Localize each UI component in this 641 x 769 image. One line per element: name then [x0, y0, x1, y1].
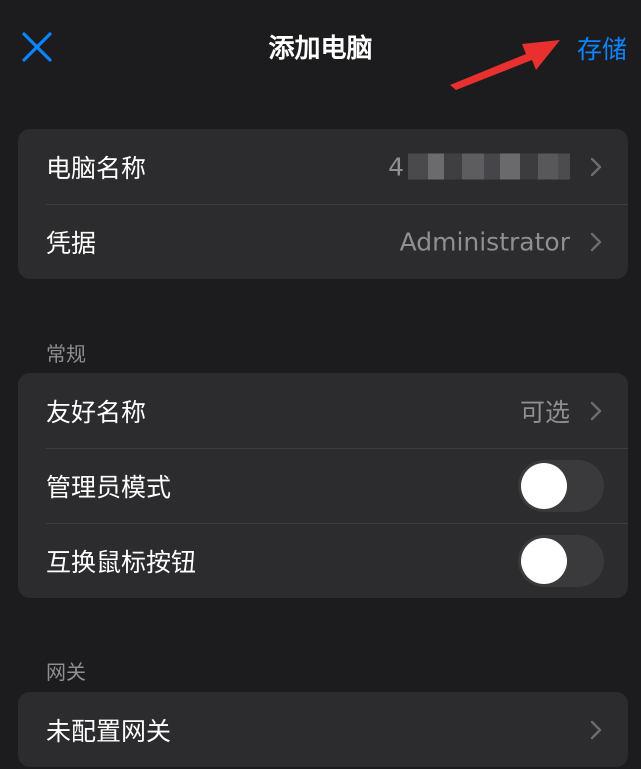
- toggle-knob: [521, 462, 567, 509]
- annotation-arrow-icon: [450, 40, 560, 90]
- toggle-knob: [521, 537, 567, 584]
- computer-name-label: 电脑名称: [46, 153, 147, 183]
- section-header-general: 常规: [46, 342, 86, 366]
- friendly-name-row[interactable]: 友好名称 可选: [18, 373, 628, 448]
- chevron-right-icon: [590, 401, 602, 420]
- redaction-mosaic: [408, 153, 570, 180]
- chevron-right-icon: [590, 157, 602, 176]
- chevron-right-icon: [590, 232, 602, 251]
- navigation-bar: 添加电脑 存储: [0, 0, 641, 100]
- friendly-name-label: 友好名称: [46, 397, 147, 427]
- save-button[interactable]: 存储: [577, 30, 627, 66]
- general-group: 友好名称 可选 管理员模式 互换鼠标按钮: [18, 373, 628, 598]
- swap-mouse-buttons-label: 互换鼠标按钮: [46, 547, 197, 577]
- admin-mode-label: 管理员模式: [46, 472, 172, 502]
- swap-mouse-buttons-row: 互换鼠标按钮: [18, 523, 628, 598]
- gateway-label: 未配置网关: [46, 716, 172, 746]
- section-header-gateway: 网关: [46, 660, 86, 684]
- computer-name-row[interactable]: 电脑名称 4: [18, 129, 628, 204]
- credentials-value: Administrator: [399, 227, 570, 256]
- swap-mouse-buttons-toggle[interactable]: [518, 534, 604, 587]
- friendly-name-value: 可选: [519, 397, 570, 427]
- chevron-right-icon: [590, 720, 602, 739]
- gateway-group: 未配置网关: [18, 692, 628, 767]
- admin-mode-toggle[interactable]: [518, 459, 604, 512]
- admin-mode-row: 管理员模式: [18, 448, 628, 523]
- credentials-row[interactable]: 凭据 Administrator: [18, 204, 628, 279]
- connection-group: 电脑名称 4 凭据 Administrator: [18, 129, 628, 279]
- computer-name-value: 4: [388, 152, 570, 181]
- credentials-label: 凭据: [46, 228, 97, 258]
- gateway-row[interactable]: 未配置网关: [18, 692, 628, 767]
